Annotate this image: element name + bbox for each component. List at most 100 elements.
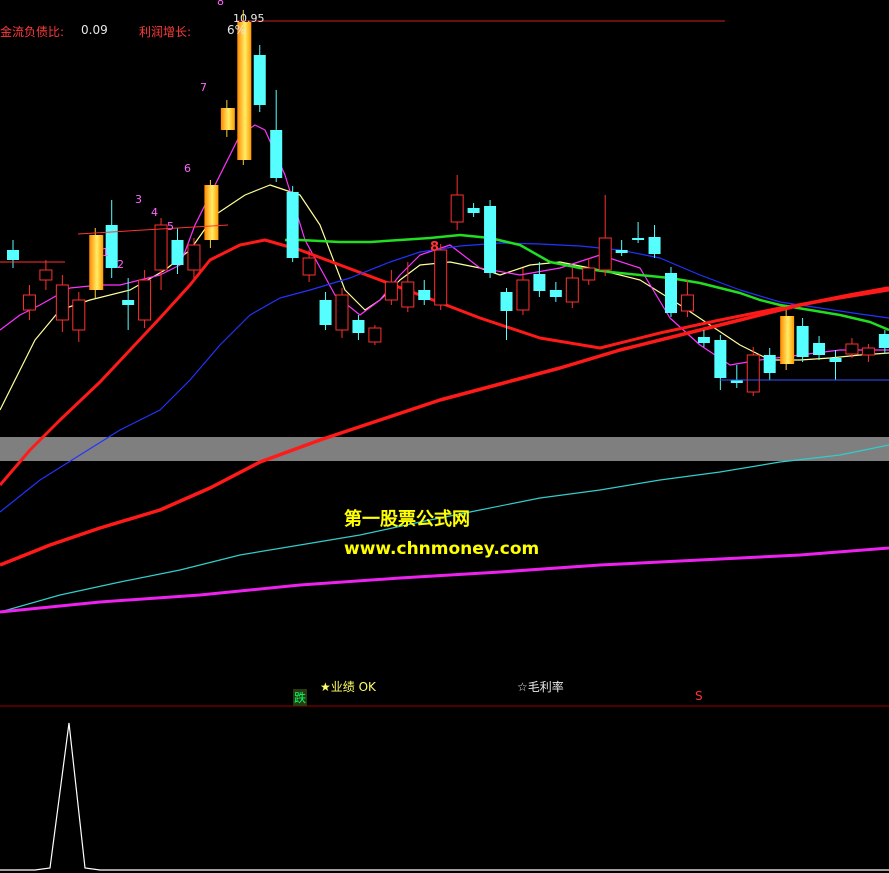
candle-2 <box>22 285 36 320</box>
candle-body <box>401 281 415 308</box>
candle-body <box>122 300 135 305</box>
wave-label-3: 3 <box>135 193 142 206</box>
wave-label-7: 7 <box>200 81 207 94</box>
candle-40 <box>648 225 661 258</box>
candle-body <box>615 250 628 253</box>
candle-body <box>352 320 365 333</box>
candle-body <box>796 326 809 357</box>
candle-20 <box>319 292 332 330</box>
candle-29 <box>467 203 480 217</box>
candle-body <box>484 206 497 273</box>
candle-body <box>204 185 219 240</box>
candle-body <box>780 316 795 364</box>
profit-growth-label: 利润增长: <box>139 25 192 39</box>
wave-label-6: 6 <box>184 162 191 175</box>
candle-body <box>582 267 596 281</box>
candle-4 <box>55 275 69 332</box>
candle-body <box>89 235 104 290</box>
cash-debt-ratio-label: 金流负债比: <box>0 25 65 39</box>
candle-47 <box>763 348 776 380</box>
candle-45 <box>730 365 743 388</box>
watermark-url: www.chnmoney.com <box>344 539 540 559</box>
candle-39 <box>632 222 645 243</box>
candle-41 <box>665 267 677 317</box>
candle-8 <box>122 278 135 330</box>
candle-body <box>171 240 184 265</box>
candle-48 <box>780 310 795 370</box>
candle-body <box>632 238 645 240</box>
wave-label-5: 5 <box>167 220 174 233</box>
candle-51 <box>829 350 842 380</box>
candle-30 <box>484 200 497 278</box>
candle-25 <box>401 262 415 312</box>
ma-line-2 <box>0 124 889 366</box>
candle-body <box>72 299 86 331</box>
candle-body <box>253 55 266 105</box>
candle-5 <box>72 292 86 342</box>
peak-price-label: 10.95 <box>233 12 265 25</box>
candle-body <box>549 290 562 297</box>
candle-13 <box>204 180 219 248</box>
candle-body <box>418 290 431 300</box>
candle-53 <box>861 344 875 362</box>
candle-body <box>648 237 661 254</box>
candle-37 <box>598 195 612 276</box>
candle-body <box>598 237 612 271</box>
candle-7 <box>105 200 118 278</box>
candle-49 <box>796 318 809 362</box>
candle-21 <box>335 288 349 338</box>
candle-11 <box>171 228 184 274</box>
candle-12 <box>187 238 201 278</box>
wave-label-1: 1 <box>102 246 109 259</box>
wave-label-2: 2 <box>117 258 124 271</box>
profit-growth-value: 6% <box>227 23 247 37</box>
candle-body <box>237 22 252 160</box>
candle-23 <box>368 325 382 345</box>
candle-body <box>500 292 513 311</box>
watermark-title: 第一股票公式网 <box>344 509 470 530</box>
grey-band <box>0 437 889 461</box>
candle-26 <box>418 280 431 305</box>
candle-body <box>450 194 464 223</box>
candle-body <box>286 192 299 258</box>
candle-22 <box>352 315 365 340</box>
wave-label-4: 4 <box>151 206 158 219</box>
candle-body <box>467 208 480 213</box>
candle-body <box>302 257 316 276</box>
candle-body <box>138 279 152 321</box>
candle-body <box>697 337 710 343</box>
candle-body <box>39 269 53 281</box>
candle-body <box>763 355 776 373</box>
candle-body <box>813 343 826 355</box>
candle-16 <box>253 45 266 112</box>
candle-body <box>368 327 382 343</box>
candle-body <box>319 300 332 325</box>
candle-body <box>335 294 349 331</box>
candle-body <box>55 284 69 321</box>
candle-body <box>220 108 235 130</box>
candle-body <box>714 340 727 378</box>
candle-33 <box>533 262 546 297</box>
candle-body <box>878 334 889 348</box>
candle-body <box>565 277 579 303</box>
candle-6 <box>89 228 104 298</box>
candle-44 <box>714 335 727 390</box>
candle-body <box>270 130 283 178</box>
candle-body <box>516 279 530 311</box>
candle-body <box>533 274 546 291</box>
candle-35 <box>565 268 579 308</box>
candle-body <box>154 224 168 271</box>
candle-14 <box>220 100 235 137</box>
candle-42 <box>680 280 694 317</box>
candle-body <box>861 347 875 356</box>
candle-body <box>22 294 36 311</box>
candle-body <box>829 358 842 362</box>
candle-38 <box>615 240 628 256</box>
wave-label-8: 8 <box>217 0 224 8</box>
candle-body <box>434 249 448 306</box>
candle-31 <box>500 288 513 340</box>
candle-34 <box>549 282 562 302</box>
candle-body <box>680 294 694 312</box>
candlestick-chart <box>0 10 889 871</box>
performance-signal: ★业绩 OK <box>320 680 376 694</box>
